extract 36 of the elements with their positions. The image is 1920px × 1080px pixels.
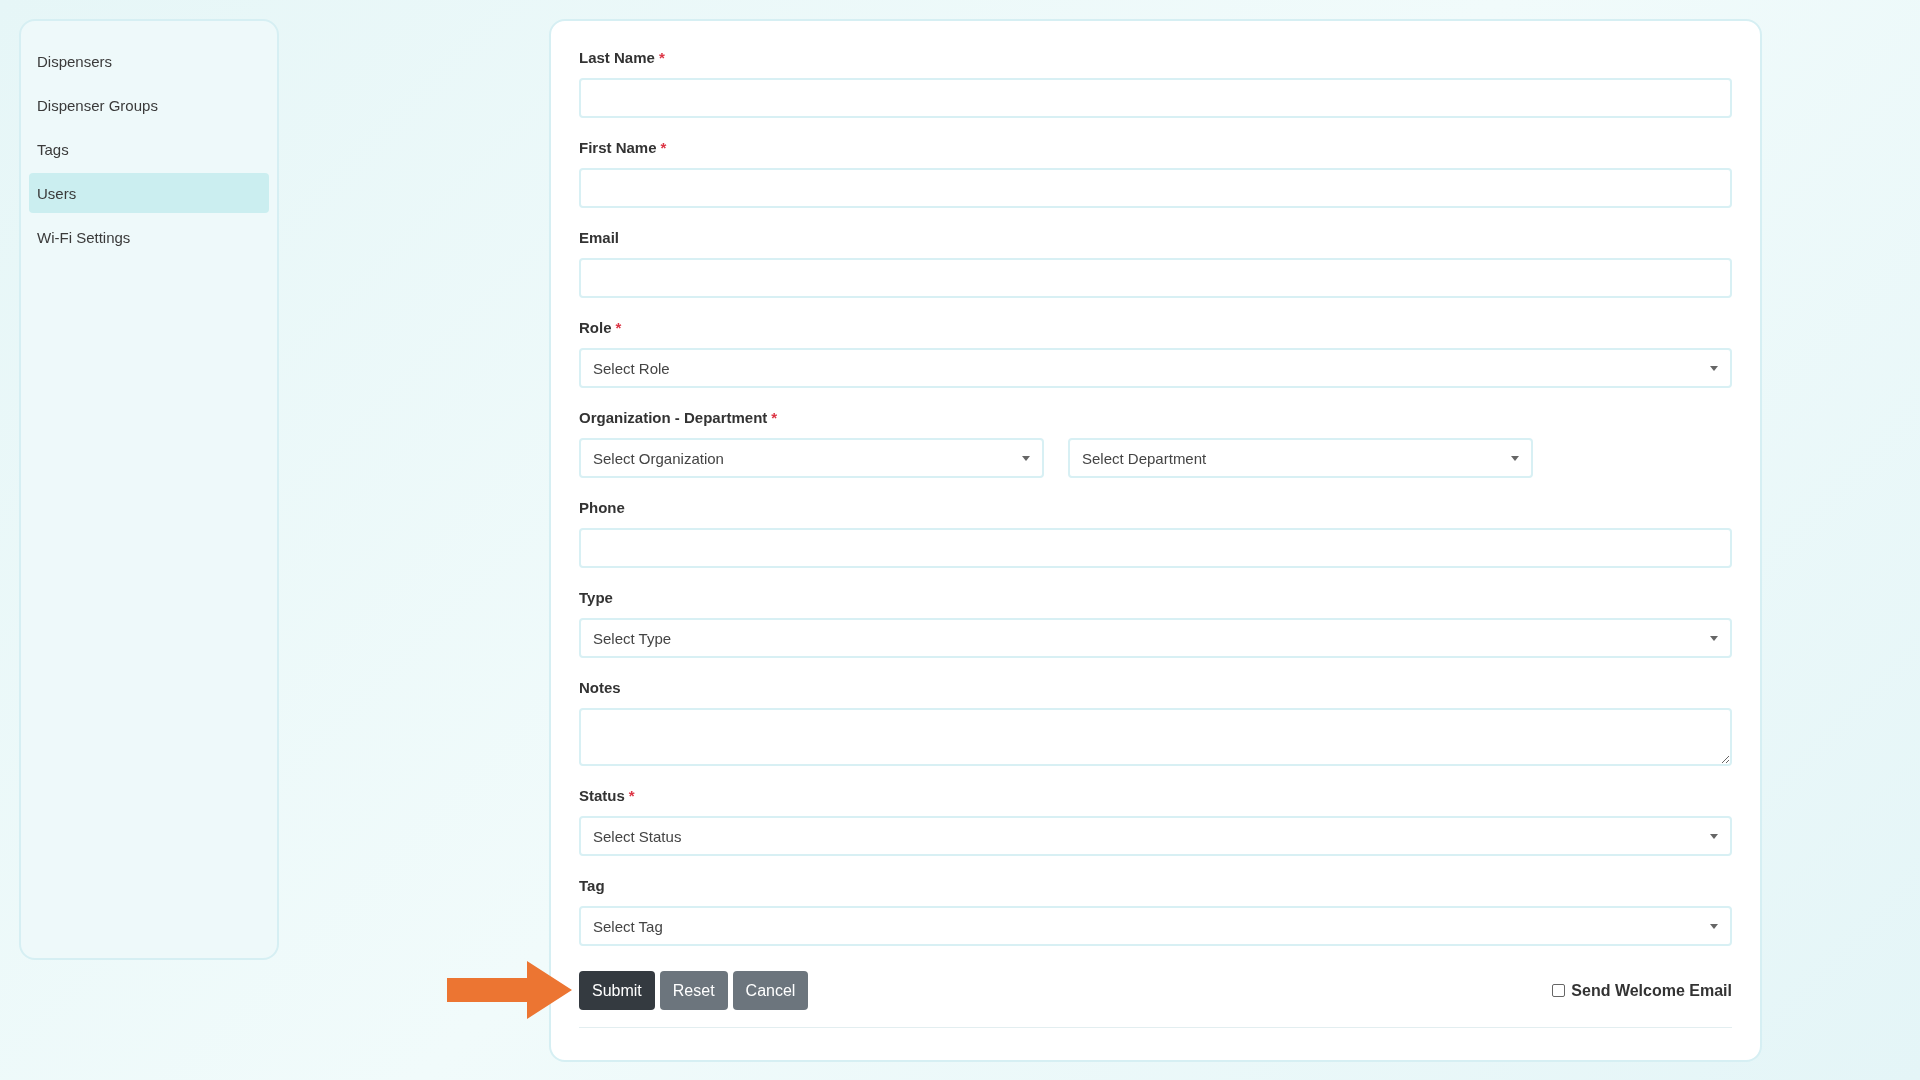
caret-icon bbox=[1710, 635, 1718, 641]
sidebar-item[interactable]: Dispensers bbox=[29, 41, 269, 81]
field-label: First Name * bbox=[579, 139, 668, 156]
field-label: Type bbox=[579, 589, 614, 606]
sidebar-item[interactable]: Wi-Fi Settings bbox=[29, 217, 269, 257]
reset-button[interactable]: Reset bbox=[659, 971, 728, 1010]
text-field[interactable] bbox=[579, 168, 1732, 208]
welcome-email-checkbox[interactable]: Send Welcome Email bbox=[1552, 981, 1732, 1000]
field-label: Phone bbox=[579, 499, 626, 516]
notes-field[interactable] bbox=[579, 708, 1732, 766]
field-label: Email bbox=[579, 229, 621, 246]
select-dropdown[interactable]: Select Type bbox=[579, 618, 1732, 658]
caret-icon bbox=[1710, 365, 1718, 371]
text-field[interactable] bbox=[579, 528, 1732, 568]
select-dropdown[interactable]: Select Organization bbox=[579, 438, 1044, 478]
sidebar-item[interactable]: Dispenser Groups bbox=[29, 85, 269, 125]
field-label: Organization - Department * bbox=[579, 409, 779, 426]
sidebar-item[interactable]: Users bbox=[29, 173, 269, 213]
select-dropdown[interactable]: Select Role bbox=[579, 348, 1732, 388]
text-field[interactable] bbox=[579, 78, 1732, 118]
field-label: Last Name * bbox=[579, 49, 666, 66]
select-dropdown[interactable]: Select Tag bbox=[579, 906, 1732, 946]
text-field[interactable] bbox=[579, 258, 1732, 298]
select-dropdown[interactable]: Select Department bbox=[1068, 438, 1533, 478]
caret-icon bbox=[1511, 455, 1519, 461]
submit-button[interactable]: Submit bbox=[579, 971, 655, 1010]
select-dropdown[interactable]: Select Status bbox=[579, 816, 1732, 856]
sidebar-item[interactable]: Tags bbox=[29, 129, 269, 169]
caret-icon bbox=[1710, 833, 1718, 839]
caret-icon bbox=[1022, 455, 1030, 461]
cancel-button[interactable]: Cancel bbox=[732, 971, 809, 1010]
caret-icon bbox=[1710, 923, 1718, 929]
field-label: Status * bbox=[579, 787, 636, 804]
field-label: Notes bbox=[579, 679, 622, 696]
field-label: Tag bbox=[579, 877, 606, 894]
field-label: Role * bbox=[579, 319, 623, 336]
